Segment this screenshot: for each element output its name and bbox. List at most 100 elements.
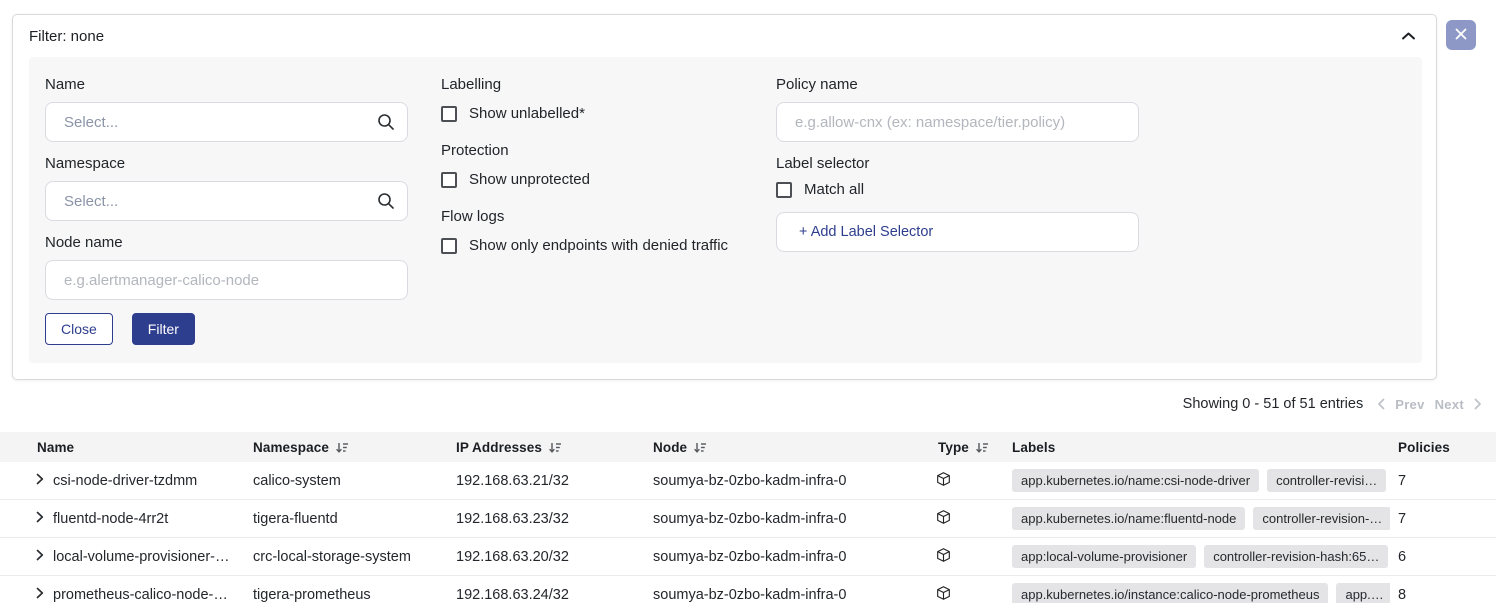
- endpoint-namespace: tigera-prometheus: [245, 587, 448, 603]
- show-unlabelled-option: Show unlabelled*: [441, 105, 771, 122]
- match-all-option: Match all: [776, 181, 1139, 198]
- node-name-input[interactable]: [45, 260, 408, 300]
- label-tag: app:local-volume-provisioner: [1012, 545, 1196, 568]
- column-header-policies: Policies: [1390, 440, 1496, 455]
- table-row[interactable]: local-volume-provisioner-… crc-local-sto…: [0, 538, 1496, 576]
- endpoint-node: soumya-bz-0zbo-kadm-infra-0: [645, 587, 930, 603]
- pagination: Prev Next: [1377, 397, 1482, 412]
- pod-type-icon: [936, 547, 951, 567]
- policy-name-input[interactable]: [776, 102, 1139, 142]
- column-header-namespace[interactable]: Namespace: [245, 440, 448, 455]
- match-all-checkbox[interactable]: [776, 182, 792, 198]
- show-unlabelled-label: Show unlabelled*: [469, 105, 585, 122]
- show-unprotected-label: Show unprotected: [469, 171, 590, 188]
- endpoint-name: prometheus-calico-node-…: [53, 587, 228, 603]
- expand-row-button[interactable]: [36, 511, 44, 526]
- filter-card-header: Filter: none: [13, 15, 1436, 57]
- label-tag: controller-revision-…: [1253, 507, 1390, 530]
- flow-logs-section-label: Flow logs: [441, 208, 771, 225]
- show-unprotected-checkbox[interactable]: [441, 172, 457, 188]
- endpoint-policies-count: 7: [1390, 511, 1496, 527]
- filter-card: Filter: none Name Namespace: [12, 14, 1437, 380]
- endpoint-ip: 192.168.63.21/32: [448, 473, 645, 489]
- dismiss-panel-button[interactable]: [1446, 20, 1476, 50]
- sort-icon: [335, 441, 349, 454]
- label-tag: app.…: [1336, 583, 1390, 603]
- endpoint-policies-count: 7: [1390, 473, 1496, 489]
- label-selector-label: Label selector: [776, 155, 1139, 172]
- endpoint-name: fluentd-node-4rr2t: [53, 511, 168, 527]
- endpoint-ip: 192.168.63.20/32: [448, 549, 645, 565]
- next-page-button[interactable]: Next: [1435, 397, 1464, 412]
- endpoint-namespace: crc-local-storage-system: [245, 549, 448, 565]
- expand-row-button[interactable]: [36, 587, 44, 602]
- endpoints-table: Name Namespace IP Addresses Node Type La…: [0, 432, 1496, 603]
- endpoint-node: soumya-bz-0zbo-kadm-infra-0: [645, 473, 930, 489]
- namespace-field-label: Namespace: [45, 155, 408, 172]
- column-header-type[interactable]: Type: [930, 440, 1004, 455]
- endpoint-namespace: tigera-fluentd: [245, 511, 448, 527]
- column-header-ip-addresses[interactable]: IP Addresses: [448, 440, 645, 455]
- table-meta-row: Showing 0 - 51 of 51 entries Prev Next: [0, 396, 1482, 412]
- sort-icon: [975, 441, 989, 454]
- pod-type-icon: [936, 471, 951, 491]
- policy-field-label: Policy name: [776, 76, 1139, 93]
- denied-traffic-label: Show only endpoints with denied traffic: [469, 237, 728, 254]
- prev-page-button[interactable]: Prev: [1395, 397, 1424, 412]
- labelling-section-label: Labelling: [441, 76, 771, 93]
- endpoint-ip: 192.168.63.23/32: [448, 511, 645, 527]
- label-tag: controller-revision-hash:65…: [1204, 545, 1388, 568]
- label-tag: app.kubernetes.io/instance:calico-node-p…: [1012, 583, 1328, 603]
- endpoint-name: local-volume-provisioner-…: [53, 549, 229, 565]
- table-header-row: Name Namespace IP Addresses Node Type La…: [0, 432, 1496, 462]
- endpoint-namespace: calico-system: [245, 473, 448, 489]
- column-header-name[interactable]: Name: [0, 440, 245, 455]
- match-all-label: Match all: [804, 181, 864, 198]
- chevron-right-icon: [36, 473, 44, 488]
- show-unprotected-option: Show unprotected: [441, 171, 771, 188]
- namespace-select-input[interactable]: [45, 181, 408, 221]
- close-icon: [1455, 28, 1467, 43]
- close-button[interactable]: Close: [45, 313, 113, 345]
- protection-section-label: Protection: [441, 142, 771, 159]
- filter-title: Filter: none: [29, 28, 104, 45]
- endpoint-node: soumya-bz-0zbo-kadm-infra-0: [645, 549, 930, 565]
- table-row[interactable]: csi-node-driver-tzdmm calico-system 192.…: [0, 462, 1496, 500]
- endpoint-ip: 192.168.63.24/32: [448, 587, 645, 603]
- endpoint-node: soumya-bz-0zbo-kadm-infra-0: [645, 511, 930, 527]
- endpoint-name: csi-node-driver-tzdmm: [53, 473, 197, 489]
- table-row[interactable]: prometheus-calico-node-… tigera-promethe…: [0, 576, 1496, 603]
- show-unlabelled-checkbox[interactable]: [441, 106, 457, 122]
- pod-type-icon: [936, 585, 951, 603]
- chevron-right-icon: [36, 511, 44, 526]
- filter-column-right: Policy name Label selector Match all + A…: [776, 76, 1139, 252]
- chevron-up-icon: [1401, 29, 1416, 44]
- add-label-selector-button[interactable]: + Add Label Selector: [776, 212, 1139, 252]
- prev-page-arrow-icon[interactable]: [1377, 398, 1385, 410]
- denied-traffic-option: Show only endpoints with denied traffic: [441, 237, 771, 254]
- sort-icon: [693, 441, 707, 454]
- name-select-input[interactable]: [45, 102, 408, 142]
- sort-icon: [548, 441, 562, 454]
- filter-panel-body: Name Namespace Node name Close Filt: [29, 57, 1422, 363]
- name-field-label: Name: [45, 76, 408, 93]
- label-tag: controller-revisi…: [1267, 469, 1386, 492]
- entries-summary: Showing 0 - 51 of 51 entries: [1183, 396, 1364, 412]
- column-header-labels: Labels: [1004, 440, 1390, 455]
- collapse-filter-button[interactable]: [1401, 29, 1416, 44]
- denied-traffic-checkbox[interactable]: [441, 238, 457, 254]
- label-tag: app.kubernetes.io/name:fluentd-node: [1012, 507, 1245, 530]
- column-header-node[interactable]: Node: [645, 440, 930, 455]
- pod-type-icon: [936, 509, 951, 529]
- filter-button[interactable]: Filter: [132, 313, 195, 345]
- filter-column-middle: Labelling Show unlabelled* Protection Sh…: [441, 76, 771, 274]
- table-row[interactable]: fluentd-node-4rr2t tigera-fluentd 192.16…: [0, 500, 1496, 538]
- filter-column-left: Name Namespace Node name Close Filt: [45, 76, 408, 345]
- node-field-label: Node name: [45, 234, 408, 251]
- expand-row-button[interactable]: [36, 549, 44, 564]
- endpoint-policies-count: 6: [1390, 549, 1496, 565]
- next-page-arrow-icon[interactable]: [1474, 398, 1482, 410]
- chevron-right-icon: [36, 587, 44, 602]
- endpoint-policies-count: 8: [1390, 587, 1496, 603]
- expand-row-button[interactable]: [36, 473, 44, 488]
